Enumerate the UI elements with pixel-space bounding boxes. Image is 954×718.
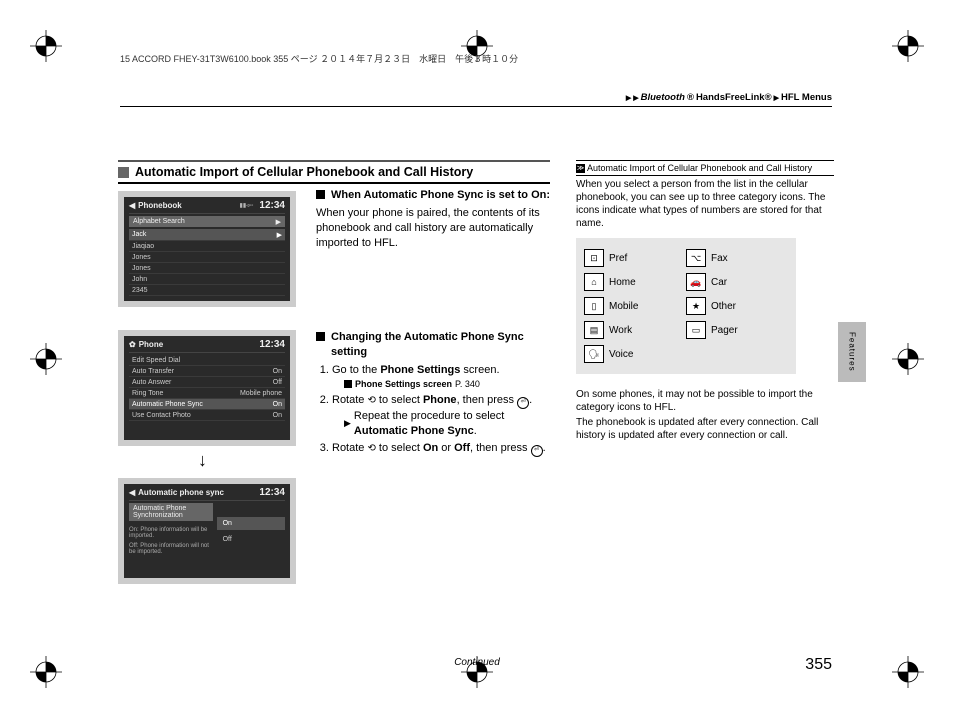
fax-icon: ⌥ [686, 249, 706, 267]
icon-label: Work [609, 325, 632, 336]
registration-mark-icon [30, 30, 62, 62]
list-item: Ring ToneMobile phone [129, 388, 285, 399]
page-number: 355 [805, 656, 832, 674]
selected-item: Automatic Phone Synchronization [129, 503, 213, 521]
section-title-text: Automatic Import of Cellular Phonebook a… [135, 165, 473, 179]
screenshot-auto-sync: ◀Automatic phone sync 12:34 Automatic Ph… [118, 478, 296, 584]
pref-icon: ⊡ [584, 249, 604, 267]
mobile-icon: ▯ [584, 297, 604, 315]
screen-title: Automatic phone sync [138, 488, 224, 497]
other-icon: ★ [686, 297, 706, 315]
registration-mark-icon [892, 343, 924, 375]
header-rule [120, 106, 832, 107]
icon-label: Other [711, 301, 736, 312]
square-bullet-icon [316, 332, 325, 341]
icon-label: Pager [711, 325, 738, 336]
icon-label: Fax [711, 253, 728, 264]
side-tab-features: Features [838, 322, 866, 382]
list-item: 2345 [129, 285, 285, 296]
list-item: Alphabet Search▶ [129, 216, 285, 227]
list-item: Auto AnswerOff [129, 377, 285, 388]
list-item: Edit Speed Dial [129, 355, 285, 366]
registration-mark-icon [30, 656, 62, 688]
subheading: Changing the Automatic Phone Sync settin… [331, 330, 550, 360]
side-title: ≫ Automatic Import of Cellular Phonebook… [576, 160, 834, 176]
press-button-icon: ⏎ [517, 397, 529, 409]
screenshot-phone-settings: ✿Phone 12:34 Edit Speed Dial Auto Transf… [118, 330, 296, 446]
section-title: Automatic Import of Cellular Phonebook a… [118, 160, 550, 184]
signal-icon: ▮▮◃▫▫ [240, 202, 254, 209]
icon-label: Pref [609, 253, 627, 264]
side-title-text: Automatic Import of Cellular Phonebook a… [587, 163, 812, 173]
knob-icon: ⟲ [367, 395, 375, 406]
continued-label: Continued [454, 657, 500, 668]
chevron-icon: ≫ [576, 164, 585, 173]
note-text: On: Phone information will be imported. [129, 527, 213, 539]
reference-label: Phone Settings screen [355, 378, 452, 390]
body-block-sync-on: When Automatic Phone Sync is set to On: … [316, 188, 550, 250]
square-bullet-icon [316, 190, 325, 199]
triangle-icon: ▶ [626, 94, 631, 102]
work-icon: ▤ [584, 321, 604, 339]
step-3: Rotate ⟲ to select On or Off, then press… [332, 441, 550, 457]
option-on: On [217, 517, 285, 530]
breadcrumb-bluetooth: Bluetooth [641, 92, 685, 103]
screen-title: Phonebook [138, 201, 182, 210]
list-item: Automatic Phone SyncOn [129, 399, 285, 410]
list-item: Auto TransferOn [129, 366, 285, 377]
screenshot-phonebook: ◀Phonebook ▮▮◃▫▫ 12:34 Alphabet Search▶ J… [118, 191, 296, 307]
icon-label: Car [711, 277, 727, 288]
list-item: Jones [129, 252, 285, 263]
home-icon: ⌂ [584, 273, 604, 291]
icon-label: Home [609, 277, 636, 288]
list-item: Jiaqiao [129, 241, 285, 252]
breadcrumb-hfl: HandsFreeLink® [696, 92, 772, 103]
knob-icon: ⟲ [367, 443, 375, 454]
press-button-icon: ⏎ [531, 445, 543, 457]
list-item: Use Contact PhotoOn [129, 410, 285, 421]
clock: 12:34 [259, 200, 285, 211]
side-paragraph: The phonebook is updated after every con… [576, 416, 834, 442]
side-paragraph: When you select a person from the list i… [576, 178, 834, 230]
list-item: John [129, 274, 285, 285]
voice-icon: 🗣 [584, 345, 604, 363]
car-icon: 🚗 [686, 273, 706, 291]
crop-mark-text: 15 ACCORD FHEY-31T3W6100.book 355 ページ ２０… [120, 52, 518, 65]
list-item: Jones [129, 263, 285, 274]
breadcrumb: ▶▶ Bluetooth® HandsFreeLink® ▶ HFL Menus [626, 92, 832, 103]
screen-title: Phone [139, 340, 163, 349]
reference-icon [344, 380, 352, 388]
body-block-change-setting: Changing the Automatic Phone Sync settin… [316, 330, 550, 460]
down-arrow-icon: ↓ [198, 450, 207, 471]
triangle-icon: ▶ [774, 94, 779, 102]
back-icon: ◀ [129, 488, 135, 497]
icon-label: Mobile [609, 301, 638, 312]
pager-icon: ▭ [686, 321, 706, 339]
step-1: Go to the Phone Settings screen. Phone S… [332, 363, 550, 390]
clock: 12:34 [259, 487, 285, 498]
note-text: Off: Phone information will not be impor… [129, 543, 213, 555]
paragraph: When your phone is paired, the contents … [316, 206, 550, 251]
back-icon: ◀ [129, 201, 135, 210]
clock: 12:34 [259, 339, 285, 350]
square-bullet-icon [118, 167, 129, 178]
triangle-icon: ▶ [344, 417, 351, 429]
list-item: Jack▶ [129, 229, 285, 241]
registration-mark-icon [892, 30, 924, 62]
subheading: When Automatic Phone Sync is set to On: [331, 188, 550, 203]
side-paragraph: On some phones, it may not be possible t… [576, 388, 834, 414]
registration-mark-icon [892, 656, 924, 688]
breadcrumb-reg: ® [687, 92, 694, 103]
icon-label: Voice [609, 349, 633, 360]
registration-mark-icon [30, 343, 62, 375]
breadcrumb-menus: HFL Menus [781, 92, 832, 103]
reference-page: P. 340 [455, 378, 480, 390]
gear-icon: ✿ [129, 340, 136, 349]
step-2: Rotate ⟲ to select Phone, then press ⏎. … [332, 393, 550, 439]
icon-category-table: ⊡ Pref ⌥ Fax ⌂ Home 🚗 Car ▯ Mobile ★ Other ▤ Wo… [576, 238, 796, 374]
option-off: Off [217, 533, 285, 546]
triangle-icon: ▶ [633, 94, 638, 102]
